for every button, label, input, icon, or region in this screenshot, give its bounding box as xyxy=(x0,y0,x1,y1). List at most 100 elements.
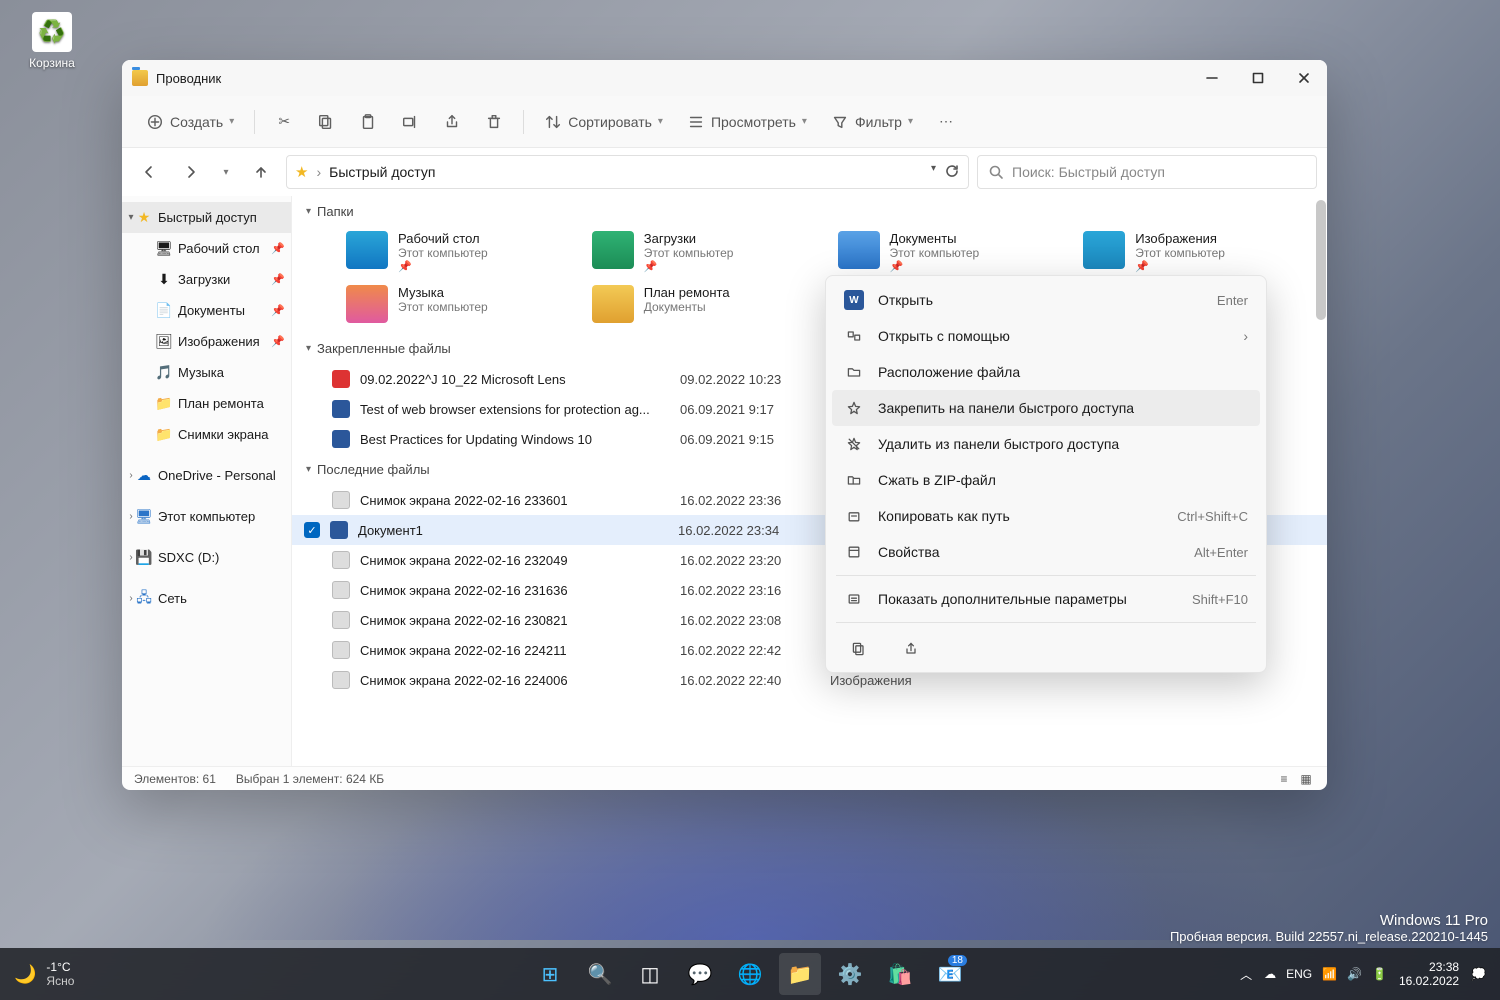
weather-widget[interactable]: 🌙 -1°CЯсно xyxy=(0,960,74,988)
sidebar-item[interactable]: 🎵Музыка xyxy=(122,357,291,388)
copy-button[interactable] xyxy=(307,104,345,140)
taskbar-explorer[interactable]: 📁 xyxy=(779,953,821,995)
folder-card[interactable]: ЗагрузкиЭтот компьютер📌 xyxy=(588,227,822,277)
breadcrumb[interactable]: ★ › Быстрый доступ ▾ xyxy=(286,155,969,189)
nav-back[interactable] xyxy=(132,155,166,189)
folder-card[interactable]: ДокументыЭтот компьютер📌 xyxy=(834,227,1068,277)
open-with-icon xyxy=(844,326,864,346)
view-details-button[interactable]: ≡ xyxy=(1275,772,1293,786)
ctx-pin-quick-access[interactable]: Закрепить на панели быстрого доступа xyxy=(832,390,1260,426)
search-icon xyxy=(988,164,1004,180)
pin-icon: 📌 xyxy=(890,260,980,273)
sidebar-network[interactable]: ›🖧Сеть xyxy=(122,583,291,614)
ctx-footer-copy[interactable] xyxy=(842,634,876,664)
sidebar-item[interactable]: 📄Документы📌 xyxy=(122,295,291,326)
section-folders[interactable]: ▾Папки xyxy=(292,196,1327,227)
sidebar-sdxc[interactable]: ›💾SDXC (D:) xyxy=(122,542,291,573)
sidebar-this-pc[interactable]: ›🖥Этот компьютер xyxy=(122,501,291,532)
search-input[interactable]: Поиск: Быстрый доступ xyxy=(977,155,1317,189)
sidebar-item[interactable]: ⬇Загрузки📌 xyxy=(122,264,291,295)
tray-notifications-icon[interactable]: 💭 xyxy=(1471,967,1486,981)
pin-icon: 📌 xyxy=(271,335,285,348)
ctx-show-more[interactable]: Показать дополнительные параметрыShift+F… xyxy=(832,581,1260,617)
taskbar-settings[interactable]: ⚙️ xyxy=(829,953,871,995)
titlebar[interactable]: Проводник xyxy=(122,60,1327,96)
sidebar-item[interactable]: 📁Снимки экрана xyxy=(122,419,291,450)
file-icon xyxy=(332,551,350,569)
ctx-zip[interactable]: Сжать в ZIP-файл xyxy=(832,462,1260,498)
nav-recent-dropdown[interactable]: ▾ xyxy=(216,155,236,189)
pc-icon: 🖥 xyxy=(136,509,152,525)
taskbar-search[interactable]: 🔍 xyxy=(579,953,621,995)
breadcrumb-dropdown[interactable]: ▾ xyxy=(931,163,936,182)
chat-icon: 💬 xyxy=(688,962,713,987)
tray-clock[interactable]: 23:38 16.02.2022 xyxy=(1399,960,1459,989)
ctx-open-with[interactable]: Открыть с помощью› xyxy=(832,318,1260,354)
sidebar-onedrive[interactable]: ›☁OneDrive - Personal xyxy=(122,460,291,491)
ctx-file-location[interactable]: Расположение файла xyxy=(832,354,1260,390)
recycle-bin-label: Корзина xyxy=(14,56,90,70)
view-large-button[interactable]: ▦ xyxy=(1297,772,1315,786)
view-button[interactable]: Просмотреть▾ xyxy=(677,104,817,140)
recycle-bin[interactable]: ♻️ Корзина xyxy=(14,12,90,70)
breadcrumb-location[interactable]: Быстрый доступ xyxy=(329,164,435,180)
pin-icon: 📌 xyxy=(271,273,285,286)
scrollbar[interactable] xyxy=(1316,200,1326,320)
sidebar-item[interactable]: 🖼Изображения📌 xyxy=(122,326,291,357)
taskbar-mail[interactable]: 📧18 xyxy=(929,953,971,995)
statusbar: Элементов: 61 Выбран 1 элемент: 624 КБ ≡… xyxy=(122,766,1327,790)
sidebar-item[interactable]: 🖥Рабочий стол📌 xyxy=(122,233,291,264)
trash-icon xyxy=(485,113,503,131)
pin-icon: 📌 xyxy=(644,260,734,273)
cut-button[interactable]: ✂ xyxy=(265,104,303,140)
folder-card[interactable]: МузыкаЭтот компьютер xyxy=(342,281,576,327)
task-view[interactable]: ◫ xyxy=(629,953,671,995)
ctx-properties[interactable]: СвойстваAlt+Enter xyxy=(832,534,1260,570)
copy-path-icon xyxy=(844,506,864,526)
sidebar-item[interactable]: 📁План ремонта xyxy=(122,388,291,419)
paste-icon xyxy=(359,113,377,131)
windows-icon: ⊞ xyxy=(542,962,559,987)
sidebar-quick-access[interactable]: ▾★ Быстрый доступ xyxy=(122,202,291,233)
minimize-button[interactable] xyxy=(1189,60,1235,96)
maximize-button[interactable] xyxy=(1235,60,1281,96)
refresh-button[interactable] xyxy=(944,163,960,182)
taskbar-edge[interactable]: 🌐 xyxy=(729,953,771,995)
weather-icon: 🌙 xyxy=(14,964,36,985)
ctx-copy-path[interactable]: Копировать как путьCtrl+Shift+C xyxy=(832,498,1260,534)
edge-icon: 🌐 xyxy=(738,962,763,987)
tray-onedrive-icon[interactable]: ☁ xyxy=(1264,967,1276,981)
filter-button[interactable]: Фильтр▾ xyxy=(821,104,923,140)
start-button[interactable]: ⊞ xyxy=(529,953,571,995)
ctx-open[interactable]: WОткрытьEnter xyxy=(832,282,1260,318)
ctx-footer-share[interactable] xyxy=(894,634,928,664)
taskbar-chat[interactable]: 💬 xyxy=(679,953,721,995)
paste-button[interactable] xyxy=(349,104,387,140)
more-button[interactable]: ⋯ xyxy=(927,104,965,140)
folder-card[interactable]: План ремонтаДокументы xyxy=(588,281,822,327)
folder-card[interactable]: ИзображенияЭтот компьютер📌 xyxy=(1079,227,1313,277)
sort-button[interactable]: Сортировать▾ xyxy=(534,104,673,140)
ctx-unpin-quick-access[interactable]: Удалить из панели быстрого доступа xyxy=(832,426,1260,462)
rename-button[interactable] xyxy=(391,104,429,140)
folder-card[interactable]: Рабочий столЭтот компьютер📌 xyxy=(342,227,576,277)
delete-button[interactable] xyxy=(475,104,513,140)
file-icon xyxy=(332,400,350,418)
nav-up[interactable] xyxy=(244,155,278,189)
share-button[interactable] xyxy=(433,104,471,140)
create-button[interactable]: Создать▾ xyxy=(136,104,244,140)
folder-icon xyxy=(1083,231,1125,269)
tray-chevron[interactable]: ︿ xyxy=(1240,966,1252,983)
tray-wifi-icon[interactable]: 📶 xyxy=(1322,967,1337,981)
file-icon xyxy=(332,611,350,629)
checkbox[interactable]: ✓ xyxy=(304,522,320,538)
tray-language[interactable]: ENG xyxy=(1286,967,1312,981)
folder-icon xyxy=(346,285,388,323)
taskbar-store[interactable]: 🛍️ xyxy=(879,953,921,995)
close-button[interactable] xyxy=(1281,60,1327,96)
tray-volume-icon[interactable]: 🔊 xyxy=(1347,967,1362,981)
word-icon: W xyxy=(844,290,864,310)
nav-forward[interactable] xyxy=(174,155,208,189)
tray-battery-icon[interactable]: 🔋 xyxy=(1372,967,1387,981)
download-icon: ⬇ xyxy=(156,272,172,288)
